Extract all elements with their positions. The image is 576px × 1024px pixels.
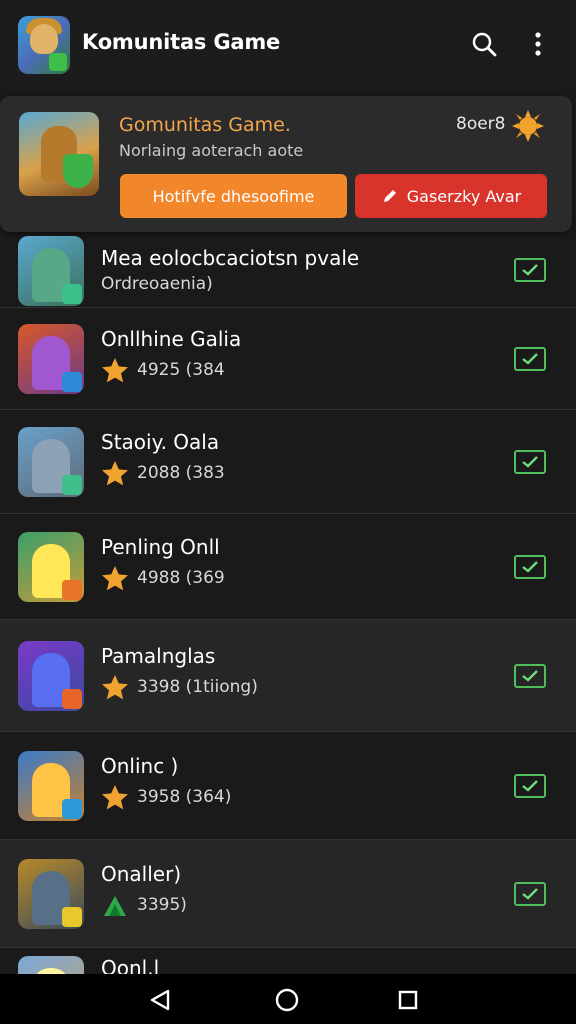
- list-item-subtitle: 4988 (369: [101, 565, 225, 591]
- list-item-subtitle: 4925 (384: [101, 357, 225, 383]
- install-checkbox[interactable]: [514, 664, 546, 688]
- featured-title: Gomunitas Game.: [119, 114, 291, 136]
- list-item-title: Onlinc ): [101, 754, 179, 778]
- search-button[interactable]: [466, 26, 502, 62]
- system-nav-bar: [0, 974, 576, 1024]
- list-item-title: Mea eolocbcaciotsn pvale: [101, 246, 360, 270]
- list-item-subtitle: Ordreoaenia): [101, 274, 213, 294]
- back-icon: [150, 989, 170, 1011]
- list-item-title: Penling Onll: [101, 535, 220, 559]
- list-item-subtitle-text: 3958 (364): [137, 787, 232, 807]
- trend-up-icon: [104, 896, 126, 916]
- install-checkbox[interactable]: [514, 882, 546, 906]
- back-button[interactable]: [146, 986, 174, 1014]
- check-icon: [522, 561, 538, 573]
- list-item[interactable]: Pamalnglas 3398 (1tiiong): [0, 620, 576, 732]
- check-icon: [522, 670, 538, 682]
- list-item-subtitle-text: 3398 (1tiiong): [137, 677, 258, 697]
- list-item-title: Onllhine Galia: [101, 327, 242, 351]
- pencil-icon: [383, 190, 396, 202]
- star-icon: [102, 461, 128, 486]
- home-icon: [275, 988, 299, 1012]
- check-icon: [522, 456, 538, 468]
- featured-thumbnail: [19, 112, 99, 196]
- game-thumbnail: [18, 324, 84, 394]
- list-item[interactable]: Staoiy. Oala 2088 (383: [0, 410, 576, 514]
- install-checkbox[interactable]: [514, 347, 546, 371]
- more-vert-icon: [535, 32, 541, 56]
- list-item-title: Pamalnglas: [101, 644, 216, 668]
- list-item-subtitle-text: Ordreoaenia): [101, 274, 213, 294]
- featured-secondary-label: Gaserzky Avar: [406, 186, 522, 206]
- install-checkbox[interactable]: [514, 258, 546, 282]
- list-item[interactable]: Onllhine Galia 4925 (384: [0, 308, 576, 410]
- featured-count: 8oer8: [456, 114, 506, 134]
- star-icon: [102, 675, 128, 700]
- install-checkbox[interactable]: [514, 450, 546, 474]
- check-icon: [522, 264, 538, 276]
- featured-secondary-button[interactable]: Gaserzky Avar: [355, 174, 547, 218]
- app-title: Komunitas Game: [82, 30, 281, 54]
- star-icon: [102, 566, 128, 591]
- featured-subtitle: Norlaing aoterach aote: [119, 141, 304, 160]
- home-button[interactable]: [273, 986, 301, 1014]
- list-item-subtitle: 3398 (1tiiong): [101, 674, 258, 700]
- more-options-button[interactable]: [520, 26, 556, 62]
- game-thumbnail: [18, 859, 84, 929]
- install-checkbox[interactable]: [514, 774, 546, 798]
- list-item-subtitle-text: 3395): [137, 895, 187, 915]
- featured-primary-button[interactable]: Hotifvfe dhesoofime: [120, 174, 347, 218]
- game-thumbnail: [18, 641, 84, 711]
- recents-button[interactable]: [394, 986, 422, 1014]
- game-thumbnail: [18, 236, 84, 306]
- list-item[interactable]: Onaller) 3395): [0, 840, 576, 948]
- app-logo: [18, 16, 70, 74]
- app-bar: Komunitas Game: [0, 0, 576, 88]
- sun-icon: [512, 110, 544, 142]
- check-icon: [522, 780, 538, 792]
- star-icon: [102, 358, 128, 383]
- star-icon: [102, 785, 128, 810]
- list-item[interactable]: Penling Onll 4988 (369: [0, 514, 576, 620]
- list-item-subtitle-text: 2088 (383: [137, 463, 225, 483]
- list-item-subtitle-text: 4925 (384: [137, 360, 225, 380]
- list-item-subtitle: 3958 (364): [101, 784, 231, 810]
- list-item-title: Onaller): [101, 862, 182, 886]
- game-thumbnail: [18, 532, 84, 602]
- list-item-title: Staoiy. Oala: [101, 430, 220, 454]
- list-item[interactable]: Onlinc ) 3958 (364): [0, 732, 576, 840]
- install-checkbox[interactable]: [514, 555, 546, 579]
- list-item-subtitle: 3395): [101, 892, 187, 918]
- list-item-subtitle-text: 4988 (369: [137, 568, 225, 588]
- list-item-subtitle: 2088 (383: [101, 460, 225, 486]
- game-thumbnail: [18, 427, 84, 497]
- list-item[interactable]: Mea eolocbcaciotsn pvale Ordreoaenia): [0, 232, 576, 308]
- recents-icon: [398, 990, 418, 1010]
- check-icon: [522, 353, 538, 365]
- check-icon: [522, 888, 538, 900]
- search-icon: [472, 32, 497, 57]
- game-thumbnail: [18, 751, 84, 821]
